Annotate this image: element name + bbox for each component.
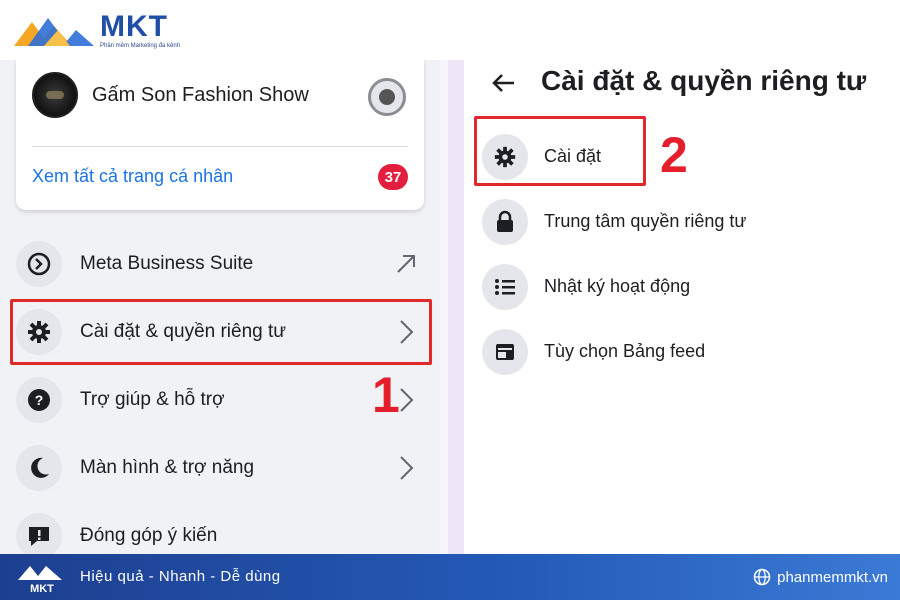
- external-arrow-icon: [397, 255, 415, 273]
- settings-item-feed-preferences[interactable]: Tùy chọn Bảng feed: [482, 319, 882, 384]
- brand-name: MKT: [100, 10, 168, 43]
- meta-business-icon: [16, 241, 62, 287]
- menu-item-give-feedback[interactable]: Đóng góp ý kiến: [16, 502, 424, 554]
- main-menu: Meta Business Suite Cài đặt & quyền riên…: [16, 230, 424, 554]
- mkt-logo-icon: [14, 18, 94, 46]
- page-title: Cài đặt & quyền riêng tư: [541, 65, 867, 96]
- menu-item-label: Meta Business Suite: [80, 253, 254, 274]
- settings-item-privacy-center[interactable]: Trung tâm quyền riêng tư: [482, 189, 882, 254]
- list-icon: [482, 263, 528, 310]
- mkt-logo: MKT Phần mềm Marketing đa kênh: [14, 10, 180, 52]
- switch-profile-icon[interactable]: [368, 78, 406, 116]
- chevron-right-icon: [400, 456, 414, 480]
- mkt-footer-logo-icon: MKT: [18, 566, 62, 595]
- footer-banner: MKT Hiệu quả - Nhanh - Dễ dùng phanmemmk…: [0, 554, 900, 600]
- back-arrow-icon[interactable]: [490, 70, 518, 96]
- question-icon: ?: [16, 377, 62, 423]
- footer-website-text[interactable]: phanmemmkt.vn: [777, 569, 888, 586]
- settings-item-label: Trung tâm quyền riêng tư: [544, 211, 747, 231]
- feedback-icon: [16, 513, 62, 554]
- divider: [32, 146, 408, 147]
- step2-highlight-box: [474, 116, 646, 186]
- menu-item-display-accessibility[interactable]: Màn hình & trợ năng: [16, 434, 424, 502]
- svg-text:?: ?: [35, 392, 44, 408]
- settings-item-activity-log[interactable]: Nhật ký hoạt động: [482, 254, 882, 319]
- menu-item-label: Màn hình & trợ năng: [80, 457, 255, 478]
- profiles-count-badge: 37: [378, 164, 408, 190]
- footer-slogan: Hiệu quả - Nhanh - Dễ dùng: [80, 568, 281, 585]
- brand-tagline: Phần mềm Marketing đa kênh: [100, 43, 181, 49]
- menu-item-label: Đóng góp ý kiến: [80, 525, 218, 546]
- step2-number: 2: [660, 127, 688, 183]
- menu-item-label: Trợ giúp & hỗ trợ: [80, 389, 225, 410]
- footer-website[interactable]: phanmemmkt.vn: [753, 568, 888, 586]
- profile-name[interactable]: Gấm Son Fashion Show: [92, 84, 309, 107]
- footer-brand-name: MKT: [30, 583, 54, 595]
- feed-icon: [482, 328, 528, 375]
- moon-icon: [16, 445, 62, 491]
- menu-item-meta-business-suite[interactable]: Meta Business Suite: [16, 230, 424, 298]
- step1-highlight-box: [10, 299, 432, 365]
- panel-divider: [448, 60, 464, 554]
- globe-icon: [753, 568, 771, 586]
- settings-item-label: Tùy chọn Bảng feed: [544, 341, 706, 361]
- profile-avatar[interactable]: [32, 72, 78, 118]
- profile-card: Gấm Son Fashion Show Xem tất cả trang cá…: [16, 60, 424, 210]
- menu-item-help-support[interactable]: ? Trợ giúp & hỗ trợ: [16, 366, 424, 434]
- lock-icon: [482, 198, 528, 245]
- settings-item-label: Nhật ký hoạt động: [544, 276, 691, 296]
- step1-number: 1: [372, 367, 400, 423]
- profile-row[interactable]: Gấm Son Fashion Show: [32, 72, 309, 118]
- see-all-profiles-link[interactable]: Xem tất cả trang cá nhân: [32, 166, 233, 187]
